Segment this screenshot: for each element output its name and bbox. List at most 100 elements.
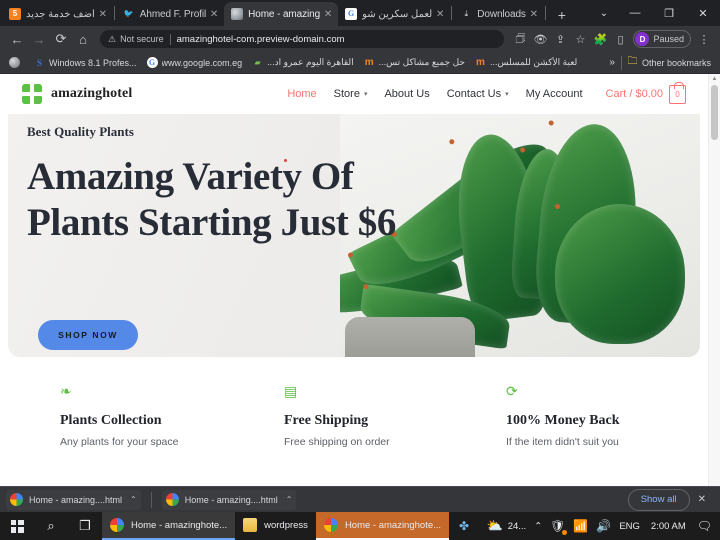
clock[interactable]: 2:00 AM	[644, 512, 693, 540]
close-downloads-bar-icon[interactable]: ✕	[690, 494, 714, 505]
tab-search-chevron-icon[interactable]: ⌄	[590, 0, 618, 26]
page-scrollbar[interactable]: ▲ ▼	[708, 74, 720, 508]
page-viewport: amazinghotel Home Store ▾ About Us Conta…	[0, 74, 720, 508]
download-item[interactable]: Home - amazing....html ⌃	[6, 489, 141, 510]
nav-label: Home	[287, 88, 317, 100]
feature-free-shipping: ▤ Free Shipping Free shipping on order	[262, 383, 486, 448]
downloads-bar: Home - amazing....html ⌃ Home - amazing.…	[0, 486, 720, 512]
browser-tab-4[interactable]: ⤓ Downloads ✕	[453, 2, 544, 26]
show-all-downloads-button[interactable]: Show all	[627, 488, 690, 511]
task-view-icon[interactable]: ❐	[68, 512, 102, 540]
nav-item-contact-us[interactable]: Contact Us ▾	[447, 88, 509, 100]
windows-logo-icon	[10, 519, 24, 533]
download-item[interactable]: Home - amazing....html ⌃	[161, 489, 297, 510]
m-icon: m	[364, 57, 374, 68]
share-icon[interactable]: ⇪	[550, 29, 570, 49]
cart-button[interactable]: Cart / $0.00 0	[605, 81, 686, 104]
extensions-puzzle-icon[interactable]: 🧩	[590, 29, 610, 49]
skype-s-icon: S	[36, 57, 42, 68]
chevron-up-icon[interactable]: ⌃	[130, 495, 137, 504]
avatar: D	[635, 32, 650, 46]
tab-close-icon[interactable]: ✕	[528, 8, 540, 20]
address-bar[interactable]: ⚠ Not secure amazinghotel-com.preview-do…	[100, 30, 505, 48]
hero-title: Amazing Variety Of Plants Starting Just …	[27, 155, 396, 244]
taskbar-app-wordpress[interactable]: wordpress	[235, 512, 316, 540]
bookmark-item[interactable]: G www.google.com.eg	[142, 54, 248, 72]
maximize-button[interactable]: ❐	[652, 0, 686, 26]
weather-temperature: 24...	[507, 520, 527, 532]
nav-item-store[interactable]: Store ▾	[334, 88, 368, 100]
globe-icon	[9, 57, 20, 68]
nav-item-my-account[interactable]: My Account	[526, 88, 583, 100]
bookmark-label: www.google.com.eg	[161, 57, 243, 68]
minimize-button[interactable]: —	[618, 0, 652, 26]
language-indicator[interactable]: ENG	[615, 512, 644, 540]
twitter-icon: 🐦	[123, 9, 134, 18]
bookmark-label: القاهرة اليوم عمرو اد...	[267, 57, 354, 67]
hero-copy: Best Quality Plants Amazing Variety Of P…	[27, 124, 397, 246]
bookmark-item[interactable]: m حل جميع مشاكل تس...	[359, 54, 470, 72]
search-icon[interactable]: ⌕	[34, 512, 68, 540]
shop-now-button[interactable]: SHOP NOW	[38, 320, 138, 350]
tab-close-icon[interactable]: ✕	[322, 8, 334, 20]
site-logo[interactable]: amazinghotel	[22, 84, 132, 104]
feature-subtitle: If the item didn't suit you	[506, 436, 619, 448]
forward-button[interactable]: →	[28, 28, 50, 50]
chrome-icon	[10, 493, 23, 506]
partly-cloudy-icon: ⛅	[486, 518, 503, 533]
browser-tab-1[interactable]: 🐦 Ahmed F. Profil ✕	[116, 2, 224, 26]
side-panel-icon[interactable]: ▯	[610, 29, 630, 49]
chevron-down-icon: ▾	[505, 91, 509, 98]
new-tab-button[interactable]: +	[551, 4, 573, 26]
bookmark-item[interactable]: ▰ القاهرة اليوم عمرو اد...	[247, 54, 359, 72]
notifications-icon[interactable]: 🗨	[693, 512, 720, 540]
chevron-up-icon[interactable]: ⌃	[286, 495, 293, 504]
scrollbar-thumb[interactable]	[711, 85, 718, 140]
browser-tab-2[interactable]: Home - amazing ✕	[224, 2, 339, 26]
browser-toolbar: ← → ⟳ ⌂ ⚠ Not secure amazinghotel-com.pr…	[0, 26, 720, 52]
bookmark-item[interactable]: m لعبة الأكشن للمسلس...	[470, 54, 582, 72]
chrome-menu-icon[interactable]: ⋮	[694, 29, 714, 49]
tray-overflow-button[interactable]: ⌃	[530, 512, 546, 540]
nav-item-home[interactable]: Home	[287, 88, 316, 100]
refresh-icon: ⟳	[506, 383, 518, 399]
home-button[interactable]: ⌂	[72, 28, 94, 50]
chevron-down-icon: ▾	[363, 91, 368, 98]
scroll-up-arrow-icon[interactable]: ▲	[712, 74, 718, 84]
download-file-name: Home - amazing....html	[29, 494, 123, 505]
back-button[interactable]: ←	[6, 28, 28, 50]
green-icon: ▰	[254, 58, 261, 67]
clover-logo-icon	[22, 84, 42, 104]
feature-title: Free Shipping	[284, 413, 369, 428]
bookmarks-overflow-button[interactable]: »	[603, 57, 621, 68]
download-file-name: Home - amazing....html	[184, 494, 278, 505]
cart-total-label: Cart / $0.00	[605, 88, 663, 100]
nav-label: My Account	[525, 88, 583, 100]
nav-item-about-us[interactable]: About Us	[384, 88, 429, 100]
profile-button[interactable]: D Paused	[633, 30, 691, 48]
wifi-icon[interactable]: 📶	[569, 512, 592, 540]
tab-close-icon[interactable]: ✕	[208, 8, 220, 20]
bookmark-item[interactable]: S Windows 8.1 Profes...	[29, 54, 142, 72]
defender-icon[interactable]: 🛡	[546, 512, 569, 540]
bookmark-label: لعبة الأكشن للمسلس...	[489, 57, 578, 67]
tab-close-icon[interactable]: ✕	[434, 8, 446, 20]
taskbar-app-chrome-2[interactable]: Home - amazinghote...	[315, 512, 450, 540]
translate-icon[interactable]: 🗇	[510, 29, 530, 49]
bookmark-star-icon[interactable]: ☆	[570, 29, 590, 49]
browser-tab-0[interactable]: 5 أضف خدمة جديد ✕	[2, 2, 113, 26]
bookmark-item[interactable]	[4, 54, 29, 72]
close-window-button[interactable]: ✕	[686, 0, 720, 26]
leaf-icon: ❧	[60, 383, 72, 399]
eye-slash-icon[interactable]: 👁	[530, 29, 550, 49]
taskbar-app-chrome-1[interactable]: Home - amazinghote...	[102, 512, 236, 540]
weather-widget[interactable]: ⛅ 24...	[483, 512, 531, 540]
other-bookmarks-folder[interactable]: 🗀 Other bookmarks	[622, 54, 716, 72]
speaker-icon[interactable]: 🔊	[592, 512, 615, 540]
tab-close-icon[interactable]: ✕	[97, 8, 109, 20]
browser-tab-3[interactable]: G لعمل سكرين شو ✕	[338, 2, 450, 26]
puzzle-icon[interactable]: ✤	[449, 512, 479, 540]
reload-button[interactable]: ⟳	[50, 28, 72, 50]
m-icon: m	[476, 57, 485, 68]
start-button[interactable]	[0, 512, 34, 540]
